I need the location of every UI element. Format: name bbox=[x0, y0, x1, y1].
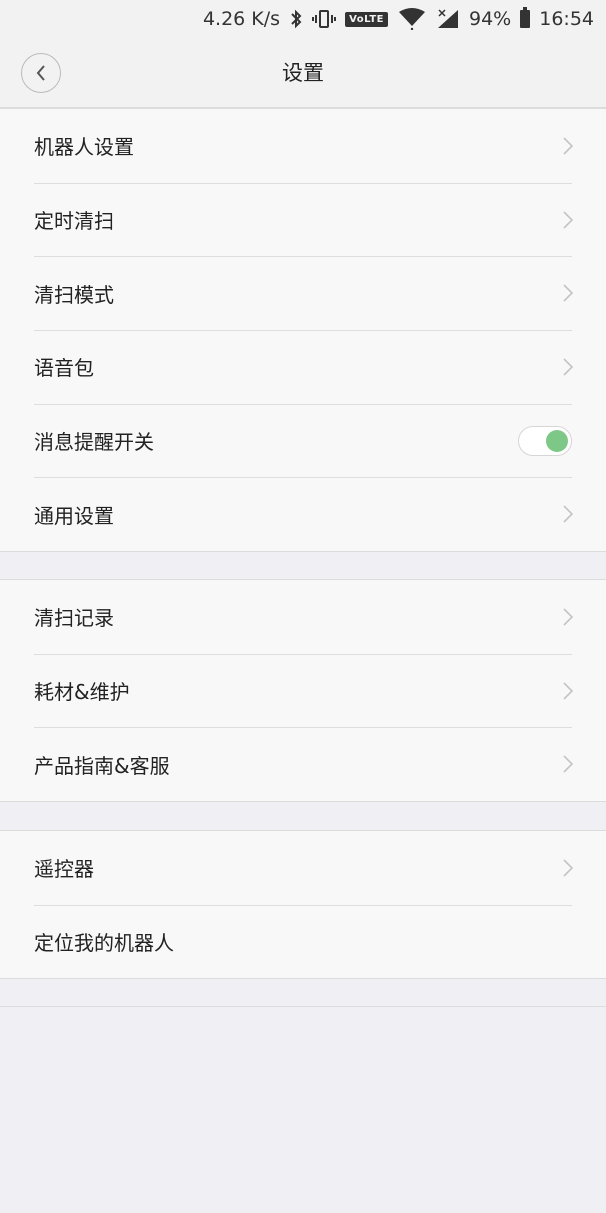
chevron-right-icon bbox=[563, 210, 574, 229]
chevron-right-icon bbox=[563, 505, 574, 523]
row-voice-pack[interactable]: 语音包 bbox=[0, 330, 606, 404]
bottom-divider bbox=[0, 1006, 606, 1007]
row-general-settings[interactable]: 通用设置 bbox=[0, 477, 606, 551]
notification-toggle[interactable] bbox=[518, 425, 572, 456]
row-label: 清扫记录 bbox=[34, 606, 114, 631]
row-cleaning-mode[interactable]: 清扫模式 bbox=[0, 256, 606, 330]
row-remote-control[interactable]: 遥控器 bbox=[0, 831, 606, 905]
chevron-right-icon bbox=[563, 284, 574, 302]
row-consumables-maintenance[interactable]: 耗材&维护 bbox=[0, 653, 606, 728]
row-label: 产品指南&客服 bbox=[34, 753, 170, 778]
chevron-left-icon bbox=[36, 65, 45, 81]
settings-group-records: 清扫记录 耗材&维护 产品指南&客服 bbox=[0, 579, 606, 803]
settings-group-robot: 机器人设置 定时清扫 清扫模式 语音包 消息提醒开关 通用设置 bbox=[0, 108, 606, 553]
row-label: 通用设置 bbox=[34, 503, 114, 528]
row-label: 语音包 bbox=[34, 356, 94, 381]
chevron-right-icon bbox=[563, 608, 574, 626]
row-notification-switch: 消息提醒开关 bbox=[0, 403, 606, 478]
row-cleaning-records[interactable]: 清扫记录 bbox=[0, 580, 606, 654]
row-robot-settings[interactable]: 机器人设置 bbox=[0, 109, 606, 183]
row-locate-robot[interactable]: 定位我的机器人 bbox=[0, 904, 606, 979]
row-label: 机器人设置 bbox=[34, 135, 134, 160]
battery-icon bbox=[520, 7, 531, 28]
row-label: 消息提醒开关 bbox=[34, 430, 154, 455]
row-scheduled-cleaning[interactable]: 定时清扫 bbox=[0, 182, 606, 257]
vibrate-icon bbox=[312, 9, 337, 29]
back-button[interactable] bbox=[21, 53, 61, 93]
wifi-icon bbox=[397, 8, 427, 30]
chevron-right-icon bbox=[563, 358, 574, 376]
signal-icon bbox=[436, 8, 460, 30]
row-label: 耗材&维护 bbox=[34, 680, 130, 705]
volte-badge: VoLTE bbox=[345, 11, 388, 27]
network-speed: 4.26 K/s bbox=[202, 8, 281, 30]
battery-percent: 94% bbox=[469, 8, 512, 30]
row-label: 定时清扫 bbox=[34, 209, 114, 234]
app-header: 设置 bbox=[0, 38, 606, 108]
chevron-right-icon bbox=[563, 681, 574, 700]
settings-group-remote: 遥控器 定位我的机器人 bbox=[0, 830, 606, 980]
row-label: 遥控器 bbox=[34, 857, 94, 882]
clock: 16:54 bbox=[539, 8, 594, 30]
row-label: 定位我的机器人 bbox=[34, 931, 174, 956]
chevron-right-icon bbox=[563, 137, 574, 155]
status-bar: 4.26 K/s VoLTE 94% 16:54 bbox=[0, 0, 606, 38]
page-title: 设置 bbox=[282, 61, 324, 85]
toggle-knob bbox=[546, 429, 568, 452]
bluetooth-icon bbox=[289, 9, 303, 29]
row-label: 清扫模式 bbox=[34, 282, 114, 307]
chevron-right-icon bbox=[563, 755, 574, 773]
row-product-guide-support[interactable]: 产品指南&客服 bbox=[0, 727, 606, 801]
chevron-right-icon bbox=[563, 859, 574, 877]
